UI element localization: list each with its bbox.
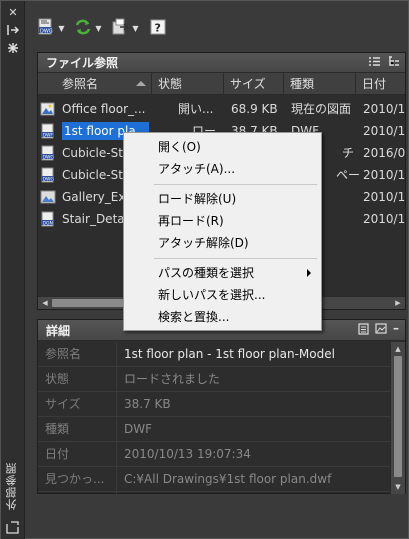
column-header-name[interactable]: 参照名 (56, 73, 152, 95)
table-row[interactable]: Office floor_... 開い... 68.9 KB 現在の図面 201… (38, 98, 407, 120)
menu-item-unload[interactable]: ロード解除(U) (126, 188, 319, 210)
palette-title-strip: ✕ 外部参照 (1, 1, 25, 539)
preview-icon[interactable] (375, 323, 387, 338)
xref-palette: ✕ 外部参照 DWG ▼ ▼ ▼ ? ファイル参照 参照名 状態 サイズ 種類 … (0, 0, 409, 539)
menu-item-detach[interactable]: アタッチ解除(D) (126, 232, 319, 254)
dropdown-arrow-icon[interactable]: ▼ (94, 24, 103, 33)
dwg-host-icon (40, 101, 56, 117)
collapse-icon[interactable]: – (393, 322, 399, 338)
menu-item-select-new-path[interactable]: 新しいパスを選択... (126, 284, 319, 306)
tree-view-icon[interactable] (388, 56, 399, 70)
detail-row-name: 参照名 1st floor plan - 1st floor plan-Mode… (38, 342, 390, 367)
dgn-icon: DWG (40, 167, 56, 183)
column-header-type[interactable]: 種類 (284, 73, 356, 95)
details-list: 参照名 1st floor plan - 1st floor plan-Mode… (38, 342, 390, 494)
menu-separator (154, 258, 317, 259)
list-view-icon[interactable] (369, 56, 380, 70)
file-references-header: ファイル参照 (38, 53, 405, 73)
details-view-icon[interactable] (358, 323, 369, 338)
svg-text:DWF: DWF (43, 133, 54, 139)
scrollbar-thumb[interactable] (394, 356, 402, 477)
scroll-left-icon[interactable]: ◀ (39, 297, 51, 309)
column-header-date[interactable]: 日付 (356, 73, 409, 95)
detail-row-status: 状態 ロードされました (38, 367, 390, 392)
dwf-icon: DWF (40, 123, 56, 139)
change-path-icon (111, 18, 129, 39)
refresh-button[interactable]: ▼ (74, 16, 103, 40)
close-icon[interactable]: ✕ (6, 6, 20, 20)
menu-item-find-replace[interactable]: 検索と置換... (126, 306, 319, 328)
detail-row-size: サイズ 38.7 KB (38, 392, 390, 417)
properties-icon[interactable] (6, 42, 20, 56)
change-path-button[interactable]: ▼ (111, 16, 140, 40)
vertical-scrollbar[interactable]: ▲ ▼ (390, 342, 405, 494)
column-header-status[interactable]: 状態 (152, 73, 224, 95)
svg-text:DGN: DGN (43, 221, 53, 227)
context-menu: 開く(O) アタッチ(A)... ロード解除(U) 再ロード(R) アタッチ解除… (123, 132, 322, 331)
dwg-icon: DWG (40, 145, 56, 161)
svg-text:?: ? (155, 21, 161, 34)
detail-row-found-at: 見つかっ... C:¥All Drawings¥1st floor plan.d… (38, 467, 390, 492)
dropdown-arrow-icon[interactable]: ▼ (57, 24, 66, 33)
menu-separator (154, 184, 317, 185)
menu-item-open[interactable]: 開く(O) (126, 136, 319, 158)
svg-text:DWG: DWG (40, 28, 53, 34)
details-panel: 詳細 – 参照名 1st floor plan - 1st floor plan… (37, 319, 406, 494)
help-button[interactable]: ? (150, 16, 166, 40)
detail-row-type: 種類 DWF (38, 417, 390, 442)
menu-item-attach[interactable]: アタッチ(A)... (126, 158, 319, 180)
column-header-size[interactable]: サイズ (224, 73, 284, 95)
scroll-down-icon[interactable]: ▼ (391, 481, 405, 493)
palette-options-icon[interactable] (5, 521, 20, 534)
menu-item-path-type[interactable]: パスの種類を選択 (126, 262, 319, 284)
image-icon (40, 189, 56, 205)
attach-dwg-icon: DWG (37, 18, 55, 39)
menu-item-reload[interactable]: 再ロード(R) (126, 210, 319, 232)
file-references-columns: 参照名 状態 サイズ 種類 日付 (38, 73, 405, 95)
detail-row-date: 日付 2010/10/13 19:07:34 (38, 442, 390, 467)
scroll-right-icon[interactable]: ▶ (392, 297, 404, 309)
help-icon: ? (150, 19, 166, 38)
submenu-arrow-icon (307, 269, 311, 277)
dropdown-arrow-icon[interactable]: ▼ (131, 24, 140, 33)
palette-title: 外部参照 (5, 462, 18, 510)
scroll-up-icon[interactable]: ▲ (391, 343, 405, 355)
attach-dwg-button[interactable]: DWG ▼ (37, 16, 66, 40)
file-references-title: ファイル参照 (46, 56, 119, 70)
svg-text:DWG: DWG (43, 177, 55, 183)
svg-text:DWG: DWG (43, 155, 55, 161)
dgn-icon: DGN (40, 211, 56, 227)
details-title: 詳細 (46, 323, 71, 338)
xref-toolbar: DWG ▼ ▼ ▼ ? (37, 15, 166, 41)
autohide-icon[interactable] (6, 24, 20, 38)
refresh-icon (74, 18, 92, 39)
sort-ascending-icon (136, 81, 146, 86)
